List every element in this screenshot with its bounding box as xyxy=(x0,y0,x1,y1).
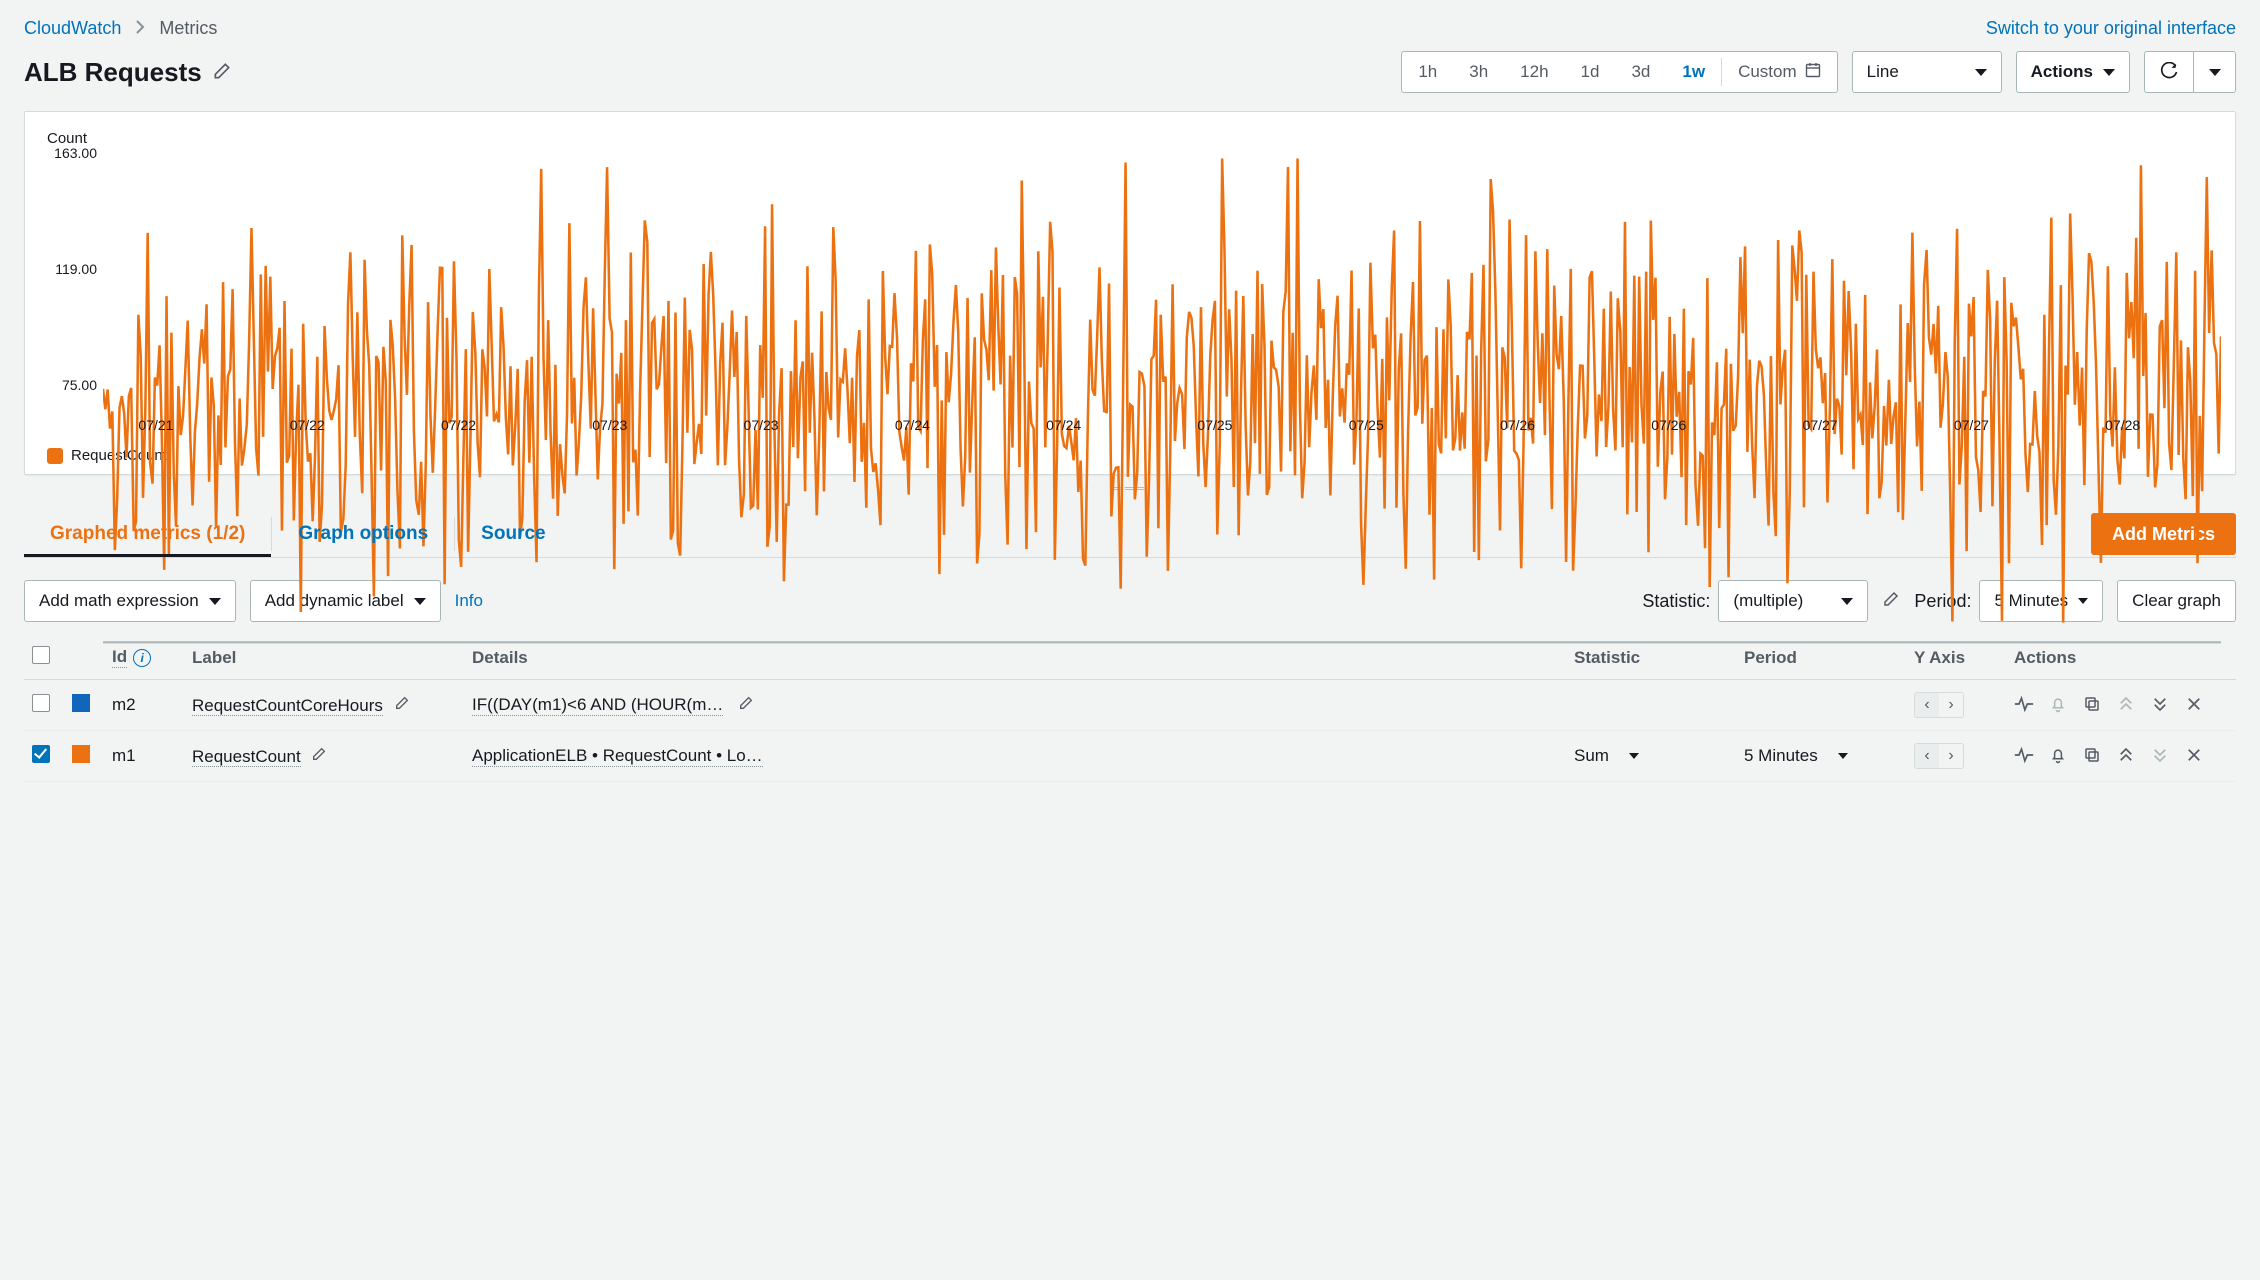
time-range-12h[interactable]: 12h xyxy=(1504,52,1564,92)
info-icon[interactable]: i xyxy=(133,649,151,667)
table-row: m2 RequestCountCoreHours IF((DAY(m1)<6 AN… xyxy=(24,680,2236,731)
x-tick: 07/21 xyxy=(138,417,173,433)
time-range-1d[interactable]: 1d xyxy=(1565,52,1616,92)
duplicate-icon[interactable] xyxy=(2082,745,2102,765)
chart-type-select[interactable]: Line xyxy=(1852,51,2002,93)
y-tick: 119.00 xyxy=(55,261,97,277)
time-range-1w[interactable]: 1w xyxy=(1666,52,1721,92)
metrics-table: Id i Label Details Statistic Period Y Ax… xyxy=(24,636,2236,782)
time-range-segmented: 1h 3h 12h 1d 3d 1w Custom xyxy=(1401,51,1837,93)
time-range-3h[interactable]: 3h xyxy=(1453,52,1504,92)
x-tick: 07/22 xyxy=(441,417,476,433)
row-checkbox[interactable] xyxy=(32,745,50,763)
move-down-icon[interactable] xyxy=(2150,694,2170,714)
x-tick: 07/27 xyxy=(1954,417,1989,433)
table-row: m1 RequestCount ApplicationELB • RequestC… xyxy=(24,731,2236,782)
time-range-custom[interactable]: Custom xyxy=(1722,52,1837,92)
x-tick: 07/28 xyxy=(2105,417,2140,433)
tab-graphed-metrics[interactable]: Graphed metrics (1/2) xyxy=(24,513,271,555)
x-tick: 07/25 xyxy=(1197,417,1232,433)
color-swatch-icon[interactable] xyxy=(72,694,90,712)
chevron-down-icon xyxy=(1838,753,1848,759)
chart-y-title: Count xyxy=(39,130,2221,147)
switch-interface-link[interactable]: Switch to your original interface xyxy=(1986,18,2236,38)
chart-plot-area[interactable] xyxy=(103,153,2221,413)
alarm-icon[interactable] xyxy=(2048,694,2068,714)
breadcrumb-root-link[interactable]: CloudWatch xyxy=(24,18,121,39)
x-tick: 07/22 xyxy=(290,417,325,433)
edit-details-icon[interactable] xyxy=(738,696,754,715)
tab-source[interactable]: Source xyxy=(455,513,571,555)
x-tick: 07/23 xyxy=(744,417,779,433)
metric-label: RequestCountCoreHours xyxy=(192,696,383,716)
edit-label-icon[interactable] xyxy=(311,747,327,766)
x-tick: 07/24 xyxy=(1046,417,1081,433)
metric-details: IF((DAY(m1)<6 AND (HOUR(m… xyxy=(472,695,723,716)
legend-swatch-icon xyxy=(47,448,63,464)
chevron-down-icon xyxy=(2209,69,2221,76)
select-all-checkbox[interactable] xyxy=(32,646,50,664)
alarm-icon[interactable] xyxy=(2048,745,2068,765)
calendar-icon xyxy=(1805,62,1821,83)
page-title: ALB Requests xyxy=(24,57,232,88)
move-down-icon[interactable] xyxy=(2150,745,2170,765)
metric-details: ApplicationELB • RequestCount • Lo… xyxy=(472,746,763,767)
chevron-down-icon xyxy=(1629,753,1639,759)
tab-graph-options[interactable]: Graph options xyxy=(272,513,454,555)
duplicate-icon[interactable] xyxy=(2082,694,2102,714)
y-axis: 163.00 119.00 75.00 xyxy=(39,153,103,385)
move-up-icon[interactable] xyxy=(2116,745,2136,765)
x-tick: 07/26 xyxy=(1651,417,1686,433)
remove-icon[interactable] xyxy=(2184,745,2204,765)
page-title-text: ALB Requests xyxy=(24,57,202,88)
move-up-icon[interactable] xyxy=(2116,694,2136,714)
pulse-icon[interactable] xyxy=(2014,694,2034,714)
breadcrumb-current: Metrics xyxy=(159,18,217,39)
metric-id: m2 xyxy=(112,695,136,714)
pulse-icon[interactable] xyxy=(2014,745,2034,765)
remove-icon[interactable] xyxy=(2184,694,2204,714)
time-range-1h[interactable]: 1h xyxy=(1402,52,1453,92)
row-statistic-select[interactable]: Sum xyxy=(1574,746,1639,766)
refresh-options-button[interactable] xyxy=(2194,51,2236,93)
actions-dropdown[interactable]: Actions xyxy=(2016,51,2130,93)
y-axis-toggle[interactable]: ‹› xyxy=(1914,692,1964,718)
color-swatch-icon[interactable] xyxy=(72,745,90,763)
chart-card: Count 163.00 119.00 75.00 07/2107/2207/2… xyxy=(24,111,2236,475)
y-axis-toggle[interactable]: ‹› xyxy=(1914,743,1964,769)
x-tick: 07/23 xyxy=(592,417,627,433)
x-tick: 07/24 xyxy=(895,417,930,433)
time-range-3d[interactable]: 3d xyxy=(1615,52,1666,92)
x-tick: 07/27 xyxy=(1803,417,1838,433)
x-axis: 07/21 07/22 07/22 07/23 07/23 07/24 07/24 07/25… xyxy=(103,413,2221,437)
chevron-down-icon xyxy=(1975,69,1987,76)
metric-id: m1 xyxy=(112,746,136,765)
y-tick: 163.00 xyxy=(54,145,97,161)
chevron-right-icon xyxy=(135,18,145,39)
x-tick: 07/26 xyxy=(1500,417,1535,433)
refresh-button[interactable] xyxy=(2144,51,2194,93)
edit-title-icon[interactable] xyxy=(212,57,232,88)
chevron-down-icon xyxy=(2103,69,2115,76)
metrics-tabs: Graphed metrics (1/2) Graph options Sour… xyxy=(24,513,572,555)
edit-label-icon[interactable] xyxy=(394,696,410,715)
x-tick: 07/25 xyxy=(1349,417,1384,433)
metric-label: RequestCount xyxy=(192,747,301,767)
breadcrumb: CloudWatch Metrics xyxy=(24,18,2236,39)
y-tick: 75.00 xyxy=(62,377,97,393)
row-checkbox[interactable] xyxy=(32,694,50,712)
row-period-select[interactable]: 5 Minutes xyxy=(1744,746,1848,766)
